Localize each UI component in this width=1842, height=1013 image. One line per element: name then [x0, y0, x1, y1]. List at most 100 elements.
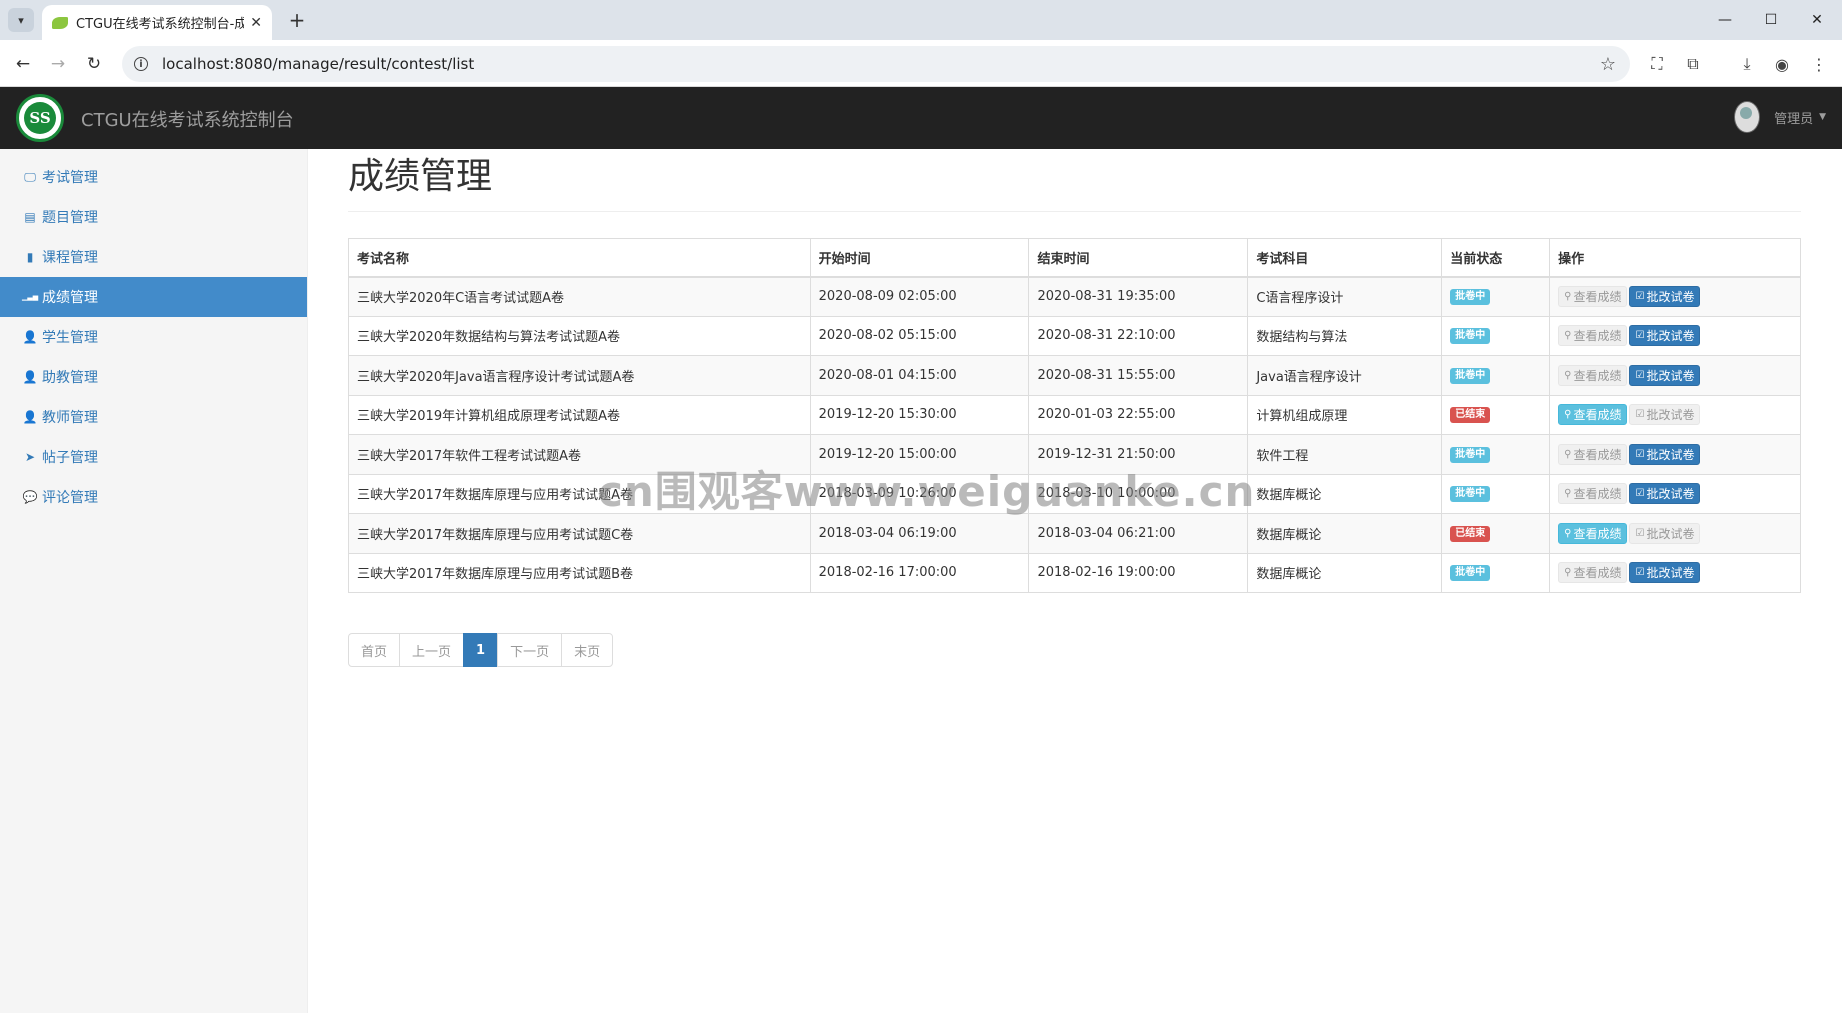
window-close-icon[interactable]: ✕ — [1794, 6, 1840, 34]
grade-paper-button[interactable]: ☑ 批改试卷 — [1629, 364, 1701, 386]
view-results-button[interactable]: ⚲ 查看成绩 — [1558, 443, 1628, 465]
address-bar[interactable]: i localhost:8080/manage/result/contest/l… — [122, 46, 1630, 82]
grade-paper-button[interactable]: ☑ 批改试卷 — [1629, 404, 1701, 426]
user-menu[interactable]: 管理员 ▼ — [1734, 101, 1826, 133]
browser-tab[interactable]: CTGU在线考试系统控制台-成绩 ✕ — [42, 5, 272, 40]
cell-name: 三峡大学2020年Java语言程序设计考试试题A卷 — [348, 355, 811, 396]
cell-subject: 软件工程 — [1247, 434, 1443, 475]
table-row: 三峡大学2017年软件工程考试试题A卷 2019-12-20 15:00:00 20… — [348, 434, 1801, 475]
check-square-icon: ☑ — [1635, 488, 1645, 500]
url-text[interactable]: localhost:8080/manage/result/contest/lis… — [162, 55, 1600, 73]
cell-start: 2018-03-04 06:19:00 — [809, 513, 1030, 554]
app-brand[interactable]: CTGU在线考试系统控制台 — [81, 106, 294, 132]
status-badge: 已结束 — [1450, 525, 1491, 542]
cell-name: 三峡大学2017年数据库原理与应用考试试题A卷 — [348, 473, 811, 514]
column-header: 开始时间 — [809, 238, 1030, 278]
cell-start: 2019-12-20 15:30:00 — [809, 394, 1030, 435]
search-icon: ⚲ — [1564, 291, 1572, 302]
cell-subject: 数据结构与算法 — [1247, 315, 1443, 356]
sidebar-item-8[interactable]: 💬 评论管理 — [0, 477, 307, 517]
ctgu-logo[interactable]: SS — [16, 94, 64, 142]
reload-icon[interactable]: ↻ — [80, 50, 108, 78]
status-badge: 批卷中 — [1450, 446, 1491, 463]
sidebar-item-1[interactable]: ▤ 题目管理 — [0, 197, 307, 237]
crop-icon[interactable]: ⛶ — [1644, 51, 1670, 77]
sidebar-item-label: 教师管理 — [42, 410, 98, 426]
sidebar-item-0[interactable]: 🖵 考试管理 — [0, 157, 307, 197]
cell-start: 2020-08-01 04:15:00 — [809, 355, 1030, 396]
bookmark-star-icon[interactable]: ☆ — [1600, 54, 1616, 75]
status-badge: 批卷中 — [1450, 486, 1491, 503]
page-link[interactable]: 上一页 — [399, 633, 465, 667]
minimize-icon[interactable]: — — [1702, 6, 1748, 34]
main-content: 成绩管理 考试名称 开始时间 结束时间 考试科目 当前状态 操作 三峡大学2020年C语言… — [348, 149, 1801, 667]
sidebar-item-7[interactable]: ➤ 帖子管理 — [0, 437, 307, 477]
results-table: 考试名称 开始时间 结束时间 考试科目 当前状态 操作 三峡大学2020年C语言考试试题A… — [348, 238, 1801, 593]
grade-paper-label: 批改试卷 — [1646, 566, 1695, 581]
site-info-icon[interactable]: i — [134, 57, 148, 71]
cell-start: 2018-03-09 10:26:00 — [809, 473, 1030, 514]
download-icon[interactable]: ⤓ — [1734, 51, 1760, 77]
search-icon: ⚲ — [1564, 448, 1572, 460]
profile-icon[interactable]: ◉ — [1769, 51, 1795, 77]
view-results-button[interactable]: ⚲ 查看成绩 — [1558, 562, 1628, 584]
sidebar-item-label: 题目管理 — [42, 210, 98, 226]
table-row: 三峡大学2020年C语言考试试题A卷 2020-08-09 02:05:00 202… — [348, 276, 1801, 317]
grade-paper-button[interactable]: ☑ 批改试卷 — [1629, 443, 1701, 465]
new-tab-icon[interactable]: + — [284, 7, 310, 33]
forward-icon[interactable]: → — [44, 50, 72, 78]
book-icon: ▮ — [26, 250, 34, 264]
view-results-button[interactable]: ⚲ 查看成绩 — [1558, 522, 1628, 544]
avatar — [1734, 101, 1761, 133]
column-header: 考试名称 — [348, 238, 811, 278]
sidebar-item-4[interactable]: 👤 学生管理 — [0, 317, 307, 357]
tab-close-icon[interactable]: ✕ — [250, 15, 262, 31]
view-results-button[interactable]: ⚲ 查看成绩 — [1558, 325, 1628, 347]
menu-kebab-icon[interactable]: ⋮ — [1806, 51, 1832, 77]
status-badge: 已结束 — [1450, 407, 1491, 424]
page-link[interactable]: 末页 — [561, 633, 614, 667]
back-icon[interactable]: ← — [9, 50, 37, 78]
cell-name: 三峡大学2020年数据结构与算法考试试题A卷 — [348, 315, 811, 356]
grade-paper-label: 批改试卷 — [1646, 329, 1695, 344]
search-icon: ⚲ — [1564, 488, 1572, 500]
cell-start: 2020-08-09 02:05:00 — [809, 276, 1030, 317]
cell-start: 2018-02-16 17:00:00 — [809, 552, 1030, 593]
cell-subject: 数据库概论 — [1247, 513, 1443, 554]
extensions-icon[interactable]: ⧉ — [1680, 51, 1706, 77]
maximize-icon[interactable]: ☐ — [1748, 6, 1794, 34]
view-results-button[interactable]: ⚲ 查看成绩 — [1558, 404, 1628, 426]
page-link[interactable]: 首页 — [348, 633, 401, 667]
page-title: 成绩管理 — [348, 155, 1801, 212]
grade-paper-button[interactable]: ☑ 批改试卷 — [1629, 325, 1701, 347]
view-results-button[interactable]: ⚲ 查看成绩 — [1558, 364, 1628, 386]
view-results-button[interactable]: ⚲ 查看成绩 — [1558, 286, 1628, 307]
grade-paper-label: 批改试卷 — [1646, 290, 1695, 304]
sidebar-item-6[interactable]: 👤 教师管理 — [0, 397, 307, 437]
comment-icon: 💬 — [22, 490, 38, 504]
page-link[interactable]: 1 — [463, 633, 499, 667]
check-square-icon: ☑ — [1635, 330, 1645, 342]
grade-paper-button[interactable]: ☑ 批改试卷 — [1629, 286, 1701, 307]
sidebar-item-2[interactable]: ▮ 课程管理 — [0, 237, 307, 277]
table-row: 三峡大学2019年计算机组成原理考试试题A卷 2019-12-20 15:30:0… — [348, 394, 1801, 435]
table-row: 三峡大学2020年Java语言程序设计考试试题A卷 2020-08-01 04:1… — [348, 355, 1801, 396]
page-link[interactable]: 下一页 — [497, 633, 563, 667]
check-square-icon: ☑ — [1635, 369, 1645, 381]
column-header: 操作 — [1549, 238, 1801, 278]
sidebar: 🖵 考试管理 ▤ 题目管理 ▮ 课程管理 ▁▃▅ 成绩管理 👤 学生管理 👤 助教管理 👤 教师管理 ➤ 帖子… — [0, 149, 308, 1013]
check-square-icon: ☑ — [1635, 448, 1645, 460]
grade-paper-button[interactable]: ☑ 批改试卷 — [1629, 562, 1701, 584]
tab-list-chevron-icon[interactable]: ▾ — [8, 8, 34, 32]
grade-paper-button[interactable]: ☑ 批改试卷 — [1629, 483, 1701, 505]
grade-paper-button[interactable]: ☑ 批改试卷 — [1629, 522, 1701, 544]
view-results-button[interactable]: ⚲ 查看成绩 — [1558, 483, 1628, 505]
cell-end: 2020-01-03 22:55:00 — [1028, 394, 1249, 435]
sidebar-item-3[interactable]: ▁▃▅ 成绩管理 — [0, 277, 307, 317]
sidebar-item-label: 学生管理 — [42, 330, 98, 346]
cell-end: 2020-08-31 22:10:00 — [1028, 315, 1249, 356]
search-icon: ⚲ — [1564, 567, 1572, 579]
sidebar-item-5[interactable]: 👤 助教管理 — [0, 357, 307, 397]
search-icon: ⚲ — [1564, 527, 1572, 539]
status-badge: 批卷中 — [1450, 289, 1491, 305]
